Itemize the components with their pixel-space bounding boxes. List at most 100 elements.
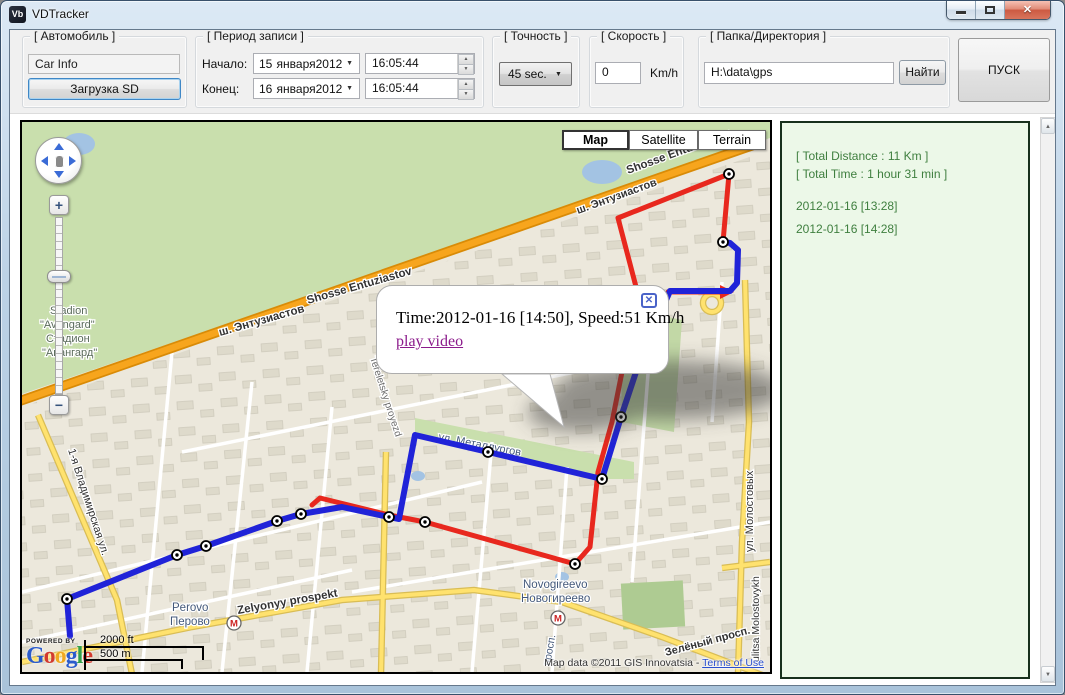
end-time-spinner[interactable]: ▲ ▼	[457, 79, 474, 98]
close-button[interactable]: ✕	[1005, 1, 1050, 19]
start-time-spinner[interactable]: ▲ ▼	[457, 54, 474, 73]
start-year: 2012	[316, 57, 346, 71]
group-accuracy-label: [ Точность ]	[500, 29, 571, 43]
route-waypoint-dot	[600, 477, 603, 480]
pan-up-icon[interactable]	[54, 143, 64, 150]
street-label: "Avangard"	[40, 319, 95, 331]
route-waypoint-dot	[573, 562, 576, 565]
minimize-icon	[956, 11, 966, 14]
client-area: [ Автомобиль ] Car Info Загрузка SD [ Пе…	[9, 29, 1056, 686]
folder-path-input[interactable]: H:\data\gps	[704, 62, 894, 84]
route-waypoint-dot	[387, 515, 390, 518]
window-title: VDTracker	[32, 7, 89, 21]
group-folder-label: [ Папка/Директория ]	[706, 29, 830, 43]
group-period-label: [ Период записи ]	[203, 29, 308, 43]
timestamp-item: 2012-01-16 [14:28]	[796, 222, 1014, 236]
street-label: Перово	[170, 616, 210, 628]
metro-icon-letter: M	[554, 614, 562, 625]
trip-info-panel: [ Total Distance : 11 Km ] [ Total Time …	[780, 121, 1030, 679]
spin-down-icon[interactable]: ▼	[458, 90, 474, 100]
bubble-close-icon[interactable]: ✕	[641, 293, 657, 308]
pan-down-icon[interactable]	[54, 171, 64, 178]
end-day: 16	[254, 82, 277, 96]
end-label: Конец:	[202, 82, 239, 96]
minimize-button[interactable]	[947, 1, 976, 19]
route-waypoint-dot	[175, 553, 178, 556]
map-type-satellite[interactable]: Satellite	[629, 130, 698, 150]
speed-input[interactable]: 0	[595, 62, 641, 84]
scale-m-bar	[84, 659, 183, 669]
map-graphics: ш. ЭнтузиастовShosse EntuziastovShosse E…	[22, 122, 770, 672]
scroll-down-icon[interactable]: ▼	[1041, 666, 1055, 682]
maximize-button[interactable]	[976, 1, 1005, 19]
start-time-picker[interactable]: 16:05:44 ▲ ▼	[365, 53, 475, 74]
total-distance: [ Total Distance : 11 Km ]	[796, 149, 1014, 163]
group-speed-label: [ Скорость ]	[597, 29, 670, 43]
spin-down-icon[interactable]: ▼	[458, 65, 474, 75]
start-date-picker[interactable]: 15 января 2012 ▼	[253, 53, 360, 74]
route-waypoint-dot	[299, 512, 302, 515]
end-date-dropdown-icon[interactable]: ▼	[346, 85, 359, 92]
accuracy-value: 45 sec.	[500, 67, 555, 81]
spin-up-icon[interactable]: ▲	[458, 54, 474, 65]
speed-unit-label: Km/h	[650, 66, 678, 80]
app-icon: Vb	[9, 6, 26, 23]
route-waypoint-dot	[727, 172, 730, 175]
start-date-dropdown-icon[interactable]: ▼	[346, 60, 359, 67]
google-letter: g	[66, 643, 77, 669]
spin-up-icon[interactable]: ▲	[458, 79, 474, 90]
panel-scrollbar[interactable]: ▲ ▼	[1040, 117, 1056, 683]
google-letter: o	[55, 643, 66, 669]
pond	[411, 471, 425, 481]
titlebar[interactable]: Vb VDTracker ✕	[1, 1, 1064, 29]
scale-m-label: 500 m	[100, 648, 131, 660]
end-year: 2012	[316, 82, 346, 96]
google-wordmark: Google	[26, 645, 92, 667]
street-label: "Авангард"	[42, 347, 97, 359]
start-time-value: 16:05:44	[366, 54, 457, 73]
zoom-in-button[interactable]: +	[49, 195, 69, 215]
street-label: Новогиреево	[521, 593, 590, 605]
route-waypoint-dot	[423, 520, 426, 523]
zoom-slider-handle[interactable]	[47, 270, 71, 283]
street-label: Perovo	[172, 602, 208, 614]
pond	[582, 160, 622, 184]
zoom-out-button[interactable]: −	[49, 395, 69, 415]
start-month: января	[277, 57, 316, 71]
terms-of-use-link[interactable]: Terms of Use	[702, 657, 764, 669]
play-video-link[interactable]: play video	[396, 333, 463, 351]
street-label: ulitsa Molostovykh	[750, 576, 762, 662]
attribution-text: Map data ©2011 GIS Innovatsia -	[544, 657, 702, 669]
bubble-text: Time:2012-01-16 [14:50], Speed:51 Km/h	[396, 308, 684, 328]
zoom-slider-track[interactable]	[55, 217, 63, 395]
google-logo[interactable]: POWERED BY Google	[26, 638, 92, 667]
accuracy-combo[interactable]: 45 sec. ▼	[499, 62, 572, 86]
group-car-label: [ Автомобиль ]	[30, 29, 119, 43]
map-type-map[interactable]: Map	[562, 130, 629, 150]
route-waypoint-dot	[721, 240, 724, 243]
find-button[interactable]: Найти	[899, 60, 946, 85]
map-canvas[interactable]: ш. ЭнтузиастовShosse EntuziastovShosse E…	[20, 120, 772, 674]
scroll-up-icon[interactable]: ▲	[1041, 118, 1055, 134]
start-day: 15	[254, 57, 277, 71]
end-time-picker[interactable]: 16:05:44 ▲ ▼	[365, 78, 475, 99]
info-bubble: Time:2012-01-16 [14:50], Speed:51 Km/h p…	[376, 285, 669, 374]
map-type-control: Map Satellite Terrain	[562, 130, 766, 150]
accuracy-dropdown-icon[interactable]: ▼	[555, 71, 571, 78]
end-month: января	[277, 82, 316, 96]
route-waypoint-dot	[204, 544, 207, 547]
map-type-terrain[interactable]: Terrain	[698, 130, 766, 150]
pan-right-icon[interactable]	[69, 156, 76, 166]
car-info-field[interactable]: Car Info	[28, 54, 180, 74]
end-date-picker[interactable]: 16 января 2012 ▼	[253, 78, 360, 99]
start-run-button[interactable]: ПУСК	[958, 38, 1050, 102]
start-label: Начало:	[202, 57, 247, 71]
street-label: Стадион	[46, 333, 90, 345]
close-icon: ✕	[1005, 3, 1050, 16]
pan-left-icon[interactable]	[41, 156, 48, 166]
map-pan-control[interactable]	[35, 137, 82, 184]
route-waypoint-dot	[275, 519, 278, 522]
maximize-icon	[985, 6, 995, 14]
load-sd-button[interactable]: Загрузка SD	[28, 78, 181, 100]
pan-hand-icon	[55, 156, 64, 167]
